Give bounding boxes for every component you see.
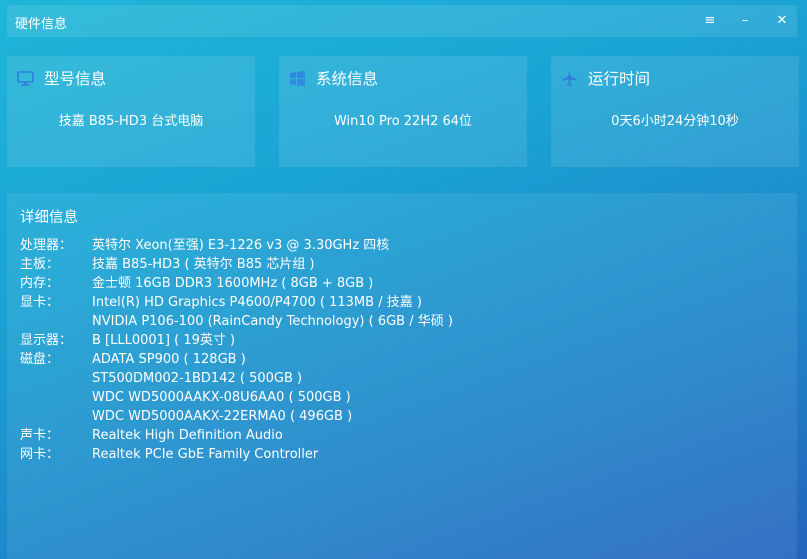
detail-value: 技嘉 B85-HD3 ( 英特尔 B85 芯片组 ) <box>92 257 315 272</box>
detail-key: 主板： <box>20 257 60 272</box>
detail-key: 磁盘： <box>20 352 60 367</box>
model-info-header: 型号信息 <box>17 67 106 89</box>
detail-value: B [LLL0001] ( 19英寸 ) <box>92 333 236 348</box>
detail-key: 处理器： <box>20 238 73 253</box>
detail-row-disk: 磁盘： ADATA SP900 ( 128GB ) <box>20 350 453 369</box>
uptime-card: 运行时间 0天6小时24分钟10秒 <box>551 56 799 167</box>
detail-row-gpu: 显卡： Intel(R) HD Graphics P4600/P4700 ( 1… <box>20 293 453 312</box>
detail-key <box>20 312 92 331</box>
monitor-icon <box>17 70 34 87</box>
detail-value: WDC WD5000AAKX-08U6AA0 ( 500GB ) <box>92 390 351 405</box>
system-info-value: Win10 Pro 22H2 64位 <box>333 114 473 129</box>
detail-row-memory: 内存： 金士顿 16GB DDR3 1600MHz ( 8GB + 8GB ) <box>20 274 453 293</box>
detail-key: 显卡： <box>20 295 60 310</box>
title-bar[interactable]: 硬件信息 ≡ – ✕ <box>7 5 797 37</box>
close-button[interactable]: ✕ <box>771 11 793 31</box>
detail-row-audio: 声卡： Realtek High Definition Audio <box>20 426 453 445</box>
detail-row-gpu-2: NVIDIA P106-100 (RainCandy Technology) (… <box>20 312 453 331</box>
system-info-card: 系统信息 Win10 Pro 22H2 64位 <box>279 56 527 167</box>
detail-value: WDC WD5000AAKX-22ERMA0 ( 496GB ) <box>92 409 353 424</box>
detail-row-display: 显示器： B [LLL0001] ( 19英寸 ) <box>20 331 453 350</box>
detail-value: ADATA SP900 ( 128GB ) <box>92 352 246 367</box>
model-info-card: 型号信息 技嘉 B85-HD3 台式电脑 <box>7 56 255 167</box>
detail-row-cpu: 处理器： 英特尔 Xeon(至强) E3-1226 v3 @ 3.30GHz 四… <box>20 236 453 255</box>
detail-key: 内存： <box>20 276 60 291</box>
window-title: 硬件信息 <box>15 17 68 32</box>
uptime-header: 运行时间 <box>561 67 650 89</box>
detail-key: 显示器： <box>20 333 73 348</box>
detail-value: 金士顿 16GB DDR3 1600MHz ( 8GB + 8GB ) <box>92 276 374 291</box>
detail-value: Realtek High Definition Audio <box>92 428 283 443</box>
system-info-header: 系统信息 <box>289 67 378 89</box>
uptime-value: 0天6小时24分钟10秒 <box>611 114 739 129</box>
detail-row-disk-4: WDC WD5000AAKX-22ERMA0 ( 496GB ) <box>20 407 453 426</box>
detail-key <box>20 369 92 388</box>
detail-value: ST500DM002-1BD142 ( 500GB ) <box>92 371 303 386</box>
detail-value: NVIDIA P106-100 (RainCandy Technology) (… <box>92 314 453 329</box>
model-info-value: 技嘉 B85-HD3 台式电脑 <box>58 114 204 129</box>
windows-logo-icon <box>289 70 306 87</box>
system-info-label: 系统信息 <box>316 70 379 88</box>
airplane-icon <box>561 70 578 87</box>
detail-row-motherboard: 主板： 技嘉 B85-HD3 ( 英特尔 B85 芯片组 ) <box>20 255 453 274</box>
detail-value: 英特尔 Xeon(至强) E3-1226 v3 @ 3.30GHz 四核 <box>92 238 390 253</box>
detail-key <box>20 388 92 407</box>
detail-key: 网卡： <box>20 447 60 462</box>
detail-value: Intel(R) HD Graphics P4600/P4700 ( 113MB… <box>92 295 422 310</box>
details-list: 处理器： 英特尔 Xeon(至强) E3-1226 v3 @ 3.30GHz 四… <box>20 236 453 464</box>
detail-row-disk-2: ST500DM002-1BD142 ( 500GB ) <box>20 369 453 388</box>
uptime-label: 运行时间 <box>588 70 651 88</box>
detail-row-network: 网卡： Realtek PCIe GbE Family Controller <box>20 445 453 464</box>
detail-row-disk-3: WDC WD5000AAKX-08U6AA0 ( 500GB ) <box>20 388 453 407</box>
details-title: 详细信息 <box>20 210 78 226</box>
detail-value: Realtek PCIe GbE Family Controller <box>92 447 319 462</box>
details-panel: 详细信息 处理器： 英特尔 Xeon(至强) E3-1226 v3 @ 3.30… <box>7 193 797 559</box>
minimize-button[interactable]: – <box>734 11 756 31</box>
detail-key: 声卡： <box>20 428 60 443</box>
model-info-label: 型号信息 <box>44 70 107 88</box>
menu-button[interactable]: ≡ <box>699 11 721 31</box>
detail-key <box>20 407 92 426</box>
